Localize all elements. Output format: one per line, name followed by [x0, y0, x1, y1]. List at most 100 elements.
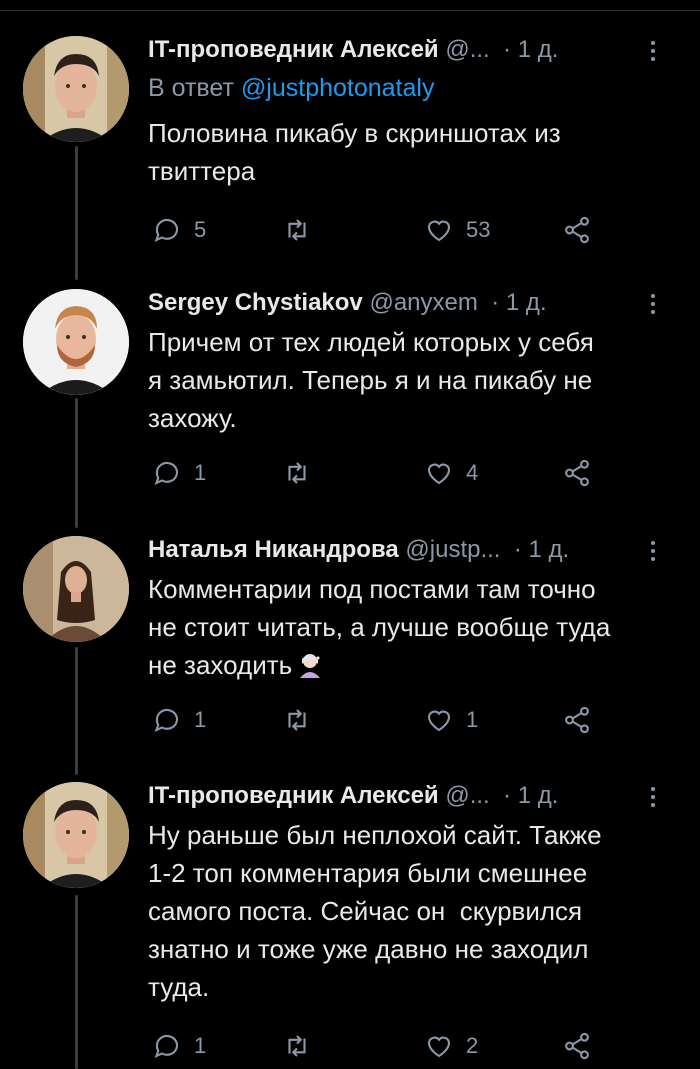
- reply-button[interactable]: 5: [152, 212, 206, 248]
- bearded-man-avatar-image: [23, 289, 129, 395]
- like-count: 1: [466, 707, 479, 732]
- reply-count: 1: [194, 1033, 207, 1058]
- author-name[interactable]: IT-проповедник Алексей: [148, 36, 439, 63]
- reply-count: 5: [194, 217, 207, 242]
- woman-portrait-avatar-image: [23, 536, 129, 642]
- tweet-text-line: Ну раньше был неплохой сайт. Также: [148, 820, 602, 850]
- tweet-text: Причем от тех людей которых у себя я зам…: [148, 323, 670, 437]
- like-count: 2: [466, 1033, 479, 1058]
- like-button[interactable]: 1: [424, 702, 478, 738]
- heart-icon: [427, 1036, 451, 1058]
- reply-prefix: В ответ: [148, 74, 234, 102]
- heart-icon: [427, 463, 451, 485]
- separator-dot: ·: [496, 782, 512, 809]
- tweet-text-line: Половина пикабу в скриншотах из: [148, 118, 561, 148]
- author-name[interactable]: Sergey Chystiakov: [148, 289, 363, 316]
- separator-dot: ·: [507, 536, 522, 563]
- tweet-text: Комментарии под постами там точно не сто…: [148, 570, 670, 684]
- author-name[interactable]: Наталья Никандрова: [148, 536, 399, 563]
- tweet-text-line: самого поста. Сейчас он скурвился: [148, 896, 583, 926]
- like-count: 4: [466, 460, 479, 485]
- tweet-header: Наталья Никандрова @justp... · 1 д.: [148, 536, 680, 572]
- tweet[interactable]: Наталья Никандрова @justp... · 1 д. Комм…: [0, 536, 700, 756]
- more-options-icon[interactable]: [648, 291, 658, 319]
- more-options-icon[interactable]: [648, 38, 658, 66]
- retweet-icon: [288, 462, 306, 484]
- heart-icon: [427, 220, 451, 242]
- man-portrait-avatar-image: [23, 36, 129, 142]
- share-icon: [565, 459, 589, 487]
- tweet-text-line-with-emoji: не заходить: [148, 646, 670, 684]
- tweet[interactable]: IT-проповедник Алексей @... · 1 д. В отв…: [0, 36, 700, 266]
- timestamp[interactable]: 1 д.: [518, 36, 559, 63]
- tweet-text-line: Комментарии под постами там точно: [148, 574, 596, 604]
- tweet-text-line: я замьютил. Теперь я и на пикабу не: [148, 365, 593, 395]
- timestamp[interactable]: 1 д.: [506, 289, 547, 316]
- retweet-button[interactable]: [282, 702, 312, 738]
- separator-dot: ·: [484, 289, 500, 316]
- reply-button[interactable]: 1: [152, 702, 206, 738]
- man-portrait-avatar-image: [23, 782, 129, 888]
- more-options-icon[interactable]: [648, 784, 658, 812]
- tweet-text-line: захожу.: [148, 403, 237, 433]
- reply-button[interactable]: 1: [152, 455, 206, 491]
- tweet-text: Ну раньше был неплохой сайт. Также 1-2 т…: [148, 816, 670, 1006]
- facepalm-emoji: [296, 650, 324, 678]
- retweet-icon: [288, 219, 306, 241]
- share-button[interactable]: [562, 212, 592, 248]
- top-divider: [0, 10, 700, 11]
- tweet[interactable]: Sergey Chystiakov @anyxem · 1 д. Причем …: [0, 289, 700, 509]
- author-name[interactable]: IT-проповедник Алексей: [148, 782, 439, 809]
- tweet-header: IT-проповедник Алексей @... · 1 д.: [148, 782, 680, 818]
- avatar[interactable]: [23, 36, 129, 142]
- separator-dot: ·: [496, 36, 512, 63]
- like-count: 53: [466, 217, 491, 242]
- author-handle[interactable]: @anyxem: [369, 289, 477, 316]
- tweet-text-line: туда.: [148, 972, 210, 1002]
- retweet-button[interactable]: [282, 1028, 312, 1064]
- avatar[interactable]: [23, 536, 129, 642]
- share-button[interactable]: [562, 702, 592, 738]
- avatar[interactable]: [23, 289, 129, 395]
- tweet-actions: 5 53: [148, 212, 608, 248]
- tweet-text-line: твиттера: [148, 156, 256, 186]
- tweet-text-line: не заходить: [148, 650, 293, 680]
- tweet-text: Половина пикабу в скриншотах из твиттера: [148, 114, 670, 190]
- more-options-icon[interactable]: [648, 538, 658, 566]
- tweet-text-line: не стоит читать, а лучше вообще туда: [148, 612, 611, 642]
- tweet-actions: 1 4: [148, 455, 608, 491]
- reply-icon: [154, 708, 179, 733]
- tweet-actions: 1 1: [148, 702, 608, 738]
- reply-context: В ответ @justphotonataly: [148, 74, 434, 103]
- share-icon: [565, 706, 589, 734]
- like-button[interactable]: 4: [424, 455, 478, 491]
- tweet[interactable]: IT-проповедник Алексей @... · 1 д. Ну ра…: [0, 782, 700, 1069]
- reply-count: 1: [194, 460, 207, 485]
- reply-icon: [154, 461, 179, 486]
- author-handle[interactable]: @...: [445, 782, 489, 809]
- retweet-button[interactable]: [282, 455, 312, 491]
- tweet-header: IT-проповедник Алексей @... · 1 д.: [148, 36, 680, 72]
- share-icon: [565, 1032, 589, 1060]
- author-handle[interactable]: @justp...: [405, 536, 500, 563]
- share-button[interactable]: [562, 455, 592, 491]
- retweet-icon: [288, 709, 306, 731]
- share-button[interactable]: [562, 1028, 592, 1064]
- tweet-text-line: 1-2 топ комментария были смешнее: [148, 858, 588, 888]
- reply-count: 1: [194, 707, 207, 732]
- like-button[interactable]: 53: [424, 212, 490, 248]
- heart-icon: [427, 710, 451, 732]
- reply-button[interactable]: 1: [152, 1028, 206, 1064]
- tweet-header: Sergey Chystiakov @anyxem · 1 д.: [148, 289, 680, 325]
- retweet-button[interactable]: [282, 212, 312, 248]
- tweet-text-line: знатно и тоже уже давно не заходил: [148, 934, 589, 964]
- author-handle[interactable]: @...: [445, 36, 489, 63]
- timestamp[interactable]: 1 д.: [518, 782, 559, 809]
- reply-mention-link[interactable]: @justphotonataly: [241, 74, 435, 102]
- timestamp[interactable]: 1 д.: [528, 536, 569, 563]
- avatar[interactable]: [23, 782, 129, 888]
- like-button[interactable]: 2: [424, 1028, 478, 1064]
- tweet-text-line: Причем от тех людей которых у себя: [148, 327, 594, 357]
- tweet-actions: 1 2: [148, 1028, 608, 1064]
- retweet-icon: [288, 1035, 306, 1057]
